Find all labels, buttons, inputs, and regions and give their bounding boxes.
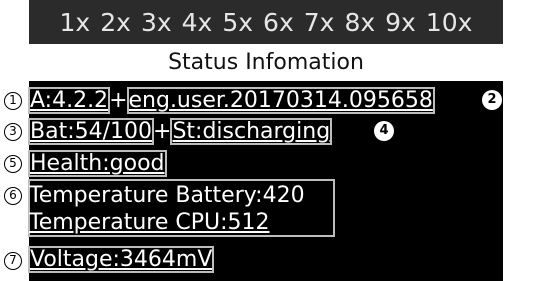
zoom-level-bar: 1x 2x 3x 4x 5x 6x 7x 8x 9x 10x: [29, 0, 503, 44]
page-title: Status Infomation: [29, 44, 503, 81]
version-line: A:4.2.2+eng.user.20170314.095658: [27, 87, 435, 114]
zoom-4x[interactable]: 4x: [182, 8, 213, 37]
zoom-2x[interactable]: 2x: [100, 8, 131, 37]
battery-health: Health:good: [28, 150, 167, 177]
zoom-7x[interactable]: 7x: [304, 8, 335, 37]
separator: +: [153, 119, 172, 144]
temperature-cpu: Temperature CPU:512: [29, 210, 270, 235]
build-string: eng.user.20170314.095658: [126, 87, 435, 114]
battery-line: Bat:54/100+St:discharging: [27, 118, 333, 145]
zoom-8x[interactable]: 8x: [344, 8, 375, 37]
zoom-10x[interactable]: 10x: [426, 8, 473, 37]
voltage-line: Voltage:3464mV: [27, 246, 215, 273]
separator: +: [109, 88, 128, 113]
callout-3: 3: [4, 123, 22, 141]
battery-level: Bat:54/100: [27, 118, 155, 145]
health-line: Health:good: [28, 150, 167, 177]
zoom-6x[interactable]: 6x: [263, 8, 294, 37]
callout-2: 2: [482, 90, 502, 110]
android-version: A:4.2.2: [27, 87, 111, 114]
voltage-value: Voltage:3464mV: [27, 246, 215, 273]
callout-6: 6: [4, 187, 22, 205]
zoom-3x[interactable]: 3x: [141, 8, 172, 37]
callout-5: 5: [4, 155, 22, 173]
zoom-9x[interactable]: 9x: [385, 8, 416, 37]
callout-7: 7: [4, 252, 22, 270]
zoom-5x[interactable]: 5x: [222, 8, 253, 37]
battery-state: St:discharging: [170, 118, 333, 145]
callout-1: 1: [4, 92, 22, 110]
callout-4: 4: [374, 121, 394, 141]
zoom-1x[interactable]: 1x: [60, 8, 91, 37]
temperature-battery: Temperature Battery:420: [29, 183, 305, 208]
